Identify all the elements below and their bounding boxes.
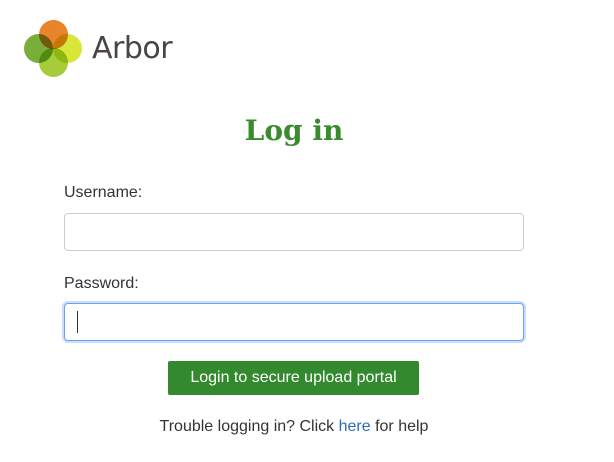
text-cursor	[77, 311, 78, 333]
help-text-prefix: Trouble logging in? Click	[159, 418, 339, 435]
brand-name: Arbor	[92, 31, 173, 66]
arbor-flower-logo-icon	[24, 20, 82, 78]
logo-petal-bottom	[39, 48, 68, 77]
help-text-suffix: for help	[370, 418, 429, 435]
page-title: Log in	[244, 114, 344, 147]
password-field[interactable]	[64, 303, 524, 341]
arbor-logo: Arbor	[24, 20, 173, 78]
help-text: Trouble logging in? Click here for help	[0, 418, 588, 436]
username-label: Username:	[64, 184, 143, 201]
login-button[interactable]: Login to secure upload portal	[168, 361, 419, 395]
password-label: Password:	[64, 275, 139, 292]
username-field[interactable]	[64, 213, 524, 251]
help-link[interactable]: here	[339, 418, 371, 435]
